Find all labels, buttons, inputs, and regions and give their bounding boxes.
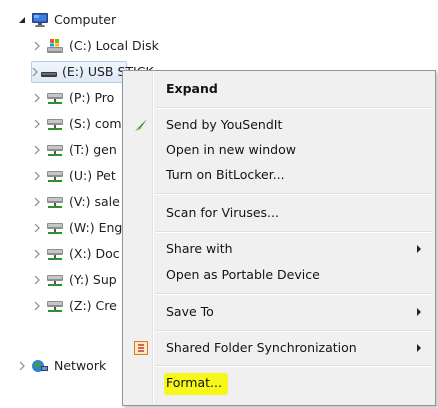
submenu-arrow-icon (417, 308, 421, 316)
sync-icon (133, 340, 149, 356)
menu-item-label: Save To (166, 304, 214, 319)
menu-separator (155, 193, 432, 195)
menu-item-label: Format... (166, 375, 222, 390)
menu-item-format[interactable]: Format... (125, 372, 433, 395)
collapsed-arrow-icon[interactable] (31, 295, 43, 317)
collapsed-arrow-icon[interactable] (31, 191, 43, 213)
tree-item-label: (W:) Eng (69, 220, 123, 235)
menu-separator (155, 330, 432, 332)
tree-item-label: (T:) gen (69, 142, 117, 157)
tree-item-label: (Z:) Cre (69, 298, 117, 313)
collapsed-arrow-icon[interactable] (31, 269, 43, 291)
tree-item-x-drive[interactable]: (X:) Doc (31, 243, 120, 265)
network-drive-icon (45, 142, 65, 158)
tree-item-label: Computer (54, 12, 117, 27)
menu-separator (155, 293, 432, 295)
tree-item-e-drive[interactable]: (E:) USB STICK (31, 61, 154, 83)
tree-item-u-drive[interactable]: (U:) Pet (31, 165, 116, 187)
menu-item-label: Turn on BitLocker... (166, 167, 285, 182)
network-drive-icon (45, 194, 65, 210)
network-drive-icon (45, 168, 65, 184)
menu-item-label: Shared Folder Synchronization (166, 340, 357, 355)
menu-item-turn-on-bitlocker[interactable]: Turn on BitLocker... (125, 164, 433, 186)
network-icon (30, 358, 50, 374)
tree-item-label: (Y:) Sup (69, 272, 117, 287)
collapsed-arrow-icon[interactable] (31, 87, 43, 109)
tree-item-w-drive[interactable]: (W:) Eng (31, 217, 122, 239)
tree-item-v-drive[interactable]: (V:) sale (31, 191, 120, 213)
menu-item-share-with[interactable]: Share with (125, 238, 433, 260)
tree-item-label: (S:) com (69, 116, 122, 131)
collapsed-arrow-icon[interactable] (32, 61, 38, 83)
submenu-arrow-icon (417, 344, 421, 352)
tree-item-label: (P:) Pro (69, 90, 115, 105)
menu-item-label: Share with (166, 241, 233, 256)
menu-separator (155, 107, 432, 109)
tree-item-t-drive[interactable]: (T:) gen (31, 139, 117, 161)
tree-item-y-drive[interactable]: (Y:) Sup (31, 269, 117, 291)
menu-item-label: Open as Portable Device (166, 267, 320, 282)
menu-item-expand[interactable]: Expand (125, 78, 433, 100)
menu-item-send-by-yousendit[interactable]: Send by YouSendIt (125, 114, 433, 136)
menu-separator (155, 365, 432, 367)
tree-item-s-drive[interactable]: (S:) com (31, 113, 122, 135)
menu-item-label: Expand (166, 81, 218, 96)
collapsed-arrow-icon[interactable] (31, 35, 43, 57)
menu-item-scan-for-viruses[interactable]: Scan for Viruses... (125, 202, 433, 224)
expanded-arrow-icon[interactable] (16, 9, 28, 31)
menu-item-open-as-portable-device[interactable]: Open as Portable Device (125, 264, 433, 286)
collapsed-arrow-icon[interactable] (31, 217, 43, 239)
network-drive-icon (45, 116, 65, 132)
collapsed-arrow-icon[interactable] (31, 243, 43, 265)
tree-item-label: (X:) Doc (69, 246, 120, 261)
submenu-arrow-icon (417, 245, 421, 253)
network-drive-icon (45, 272, 65, 288)
menu-separator (155, 231, 432, 233)
collapsed-arrow-icon[interactable] (31, 113, 43, 135)
yousendit-icon (133, 117, 149, 133)
tree-item-p-drive[interactable]: (P:) Pro (31, 87, 114, 109)
network-drive-icon (45, 90, 65, 106)
tree-item-z-drive[interactable]: (Z:) Cre (31, 295, 117, 317)
menu-item-label: Scan for Viruses... (166, 205, 279, 220)
collapsed-arrow-icon[interactable] (16, 355, 28, 377)
menu-item-save-to[interactable]: Save To (125, 301, 433, 323)
menu-item-label: Send by YouSendIt (166, 117, 283, 132)
collapsed-arrow-icon[interactable] (31, 165, 43, 187)
tree-item-label: Network (54, 358, 107, 373)
tree-item-computer[interactable]: Computer (16, 9, 116, 31)
menu-item-label: Open in new window (166, 142, 296, 157)
tree-item-label: (U:) Pet (69, 168, 116, 183)
tree-item-network[interactable]: Network (16, 355, 106, 377)
network-drive-icon (45, 220, 65, 236)
local-disk-icon (45, 38, 65, 54)
network-drive-icon (45, 246, 65, 262)
network-drive-icon (45, 298, 65, 314)
menu-item-open-new-window[interactable]: Open in new window (125, 139, 433, 161)
collapsed-arrow-icon[interactable] (31, 139, 43, 161)
tree-item-label: (V:) sale (69, 194, 120, 209)
usb-drive-icon (40, 64, 58, 80)
menu-item-shared-folder-sync[interactable]: Shared Folder Synchronization (125, 337, 433, 359)
context-menu: Expand Send by YouSendIt Open in new win… (122, 70, 436, 406)
tree-item-c-drive[interactable]: (C:) Local Disk (31, 35, 159, 57)
computer-icon (30, 12, 50, 28)
tree-item-label: (C:) Local Disk (69, 38, 159, 53)
